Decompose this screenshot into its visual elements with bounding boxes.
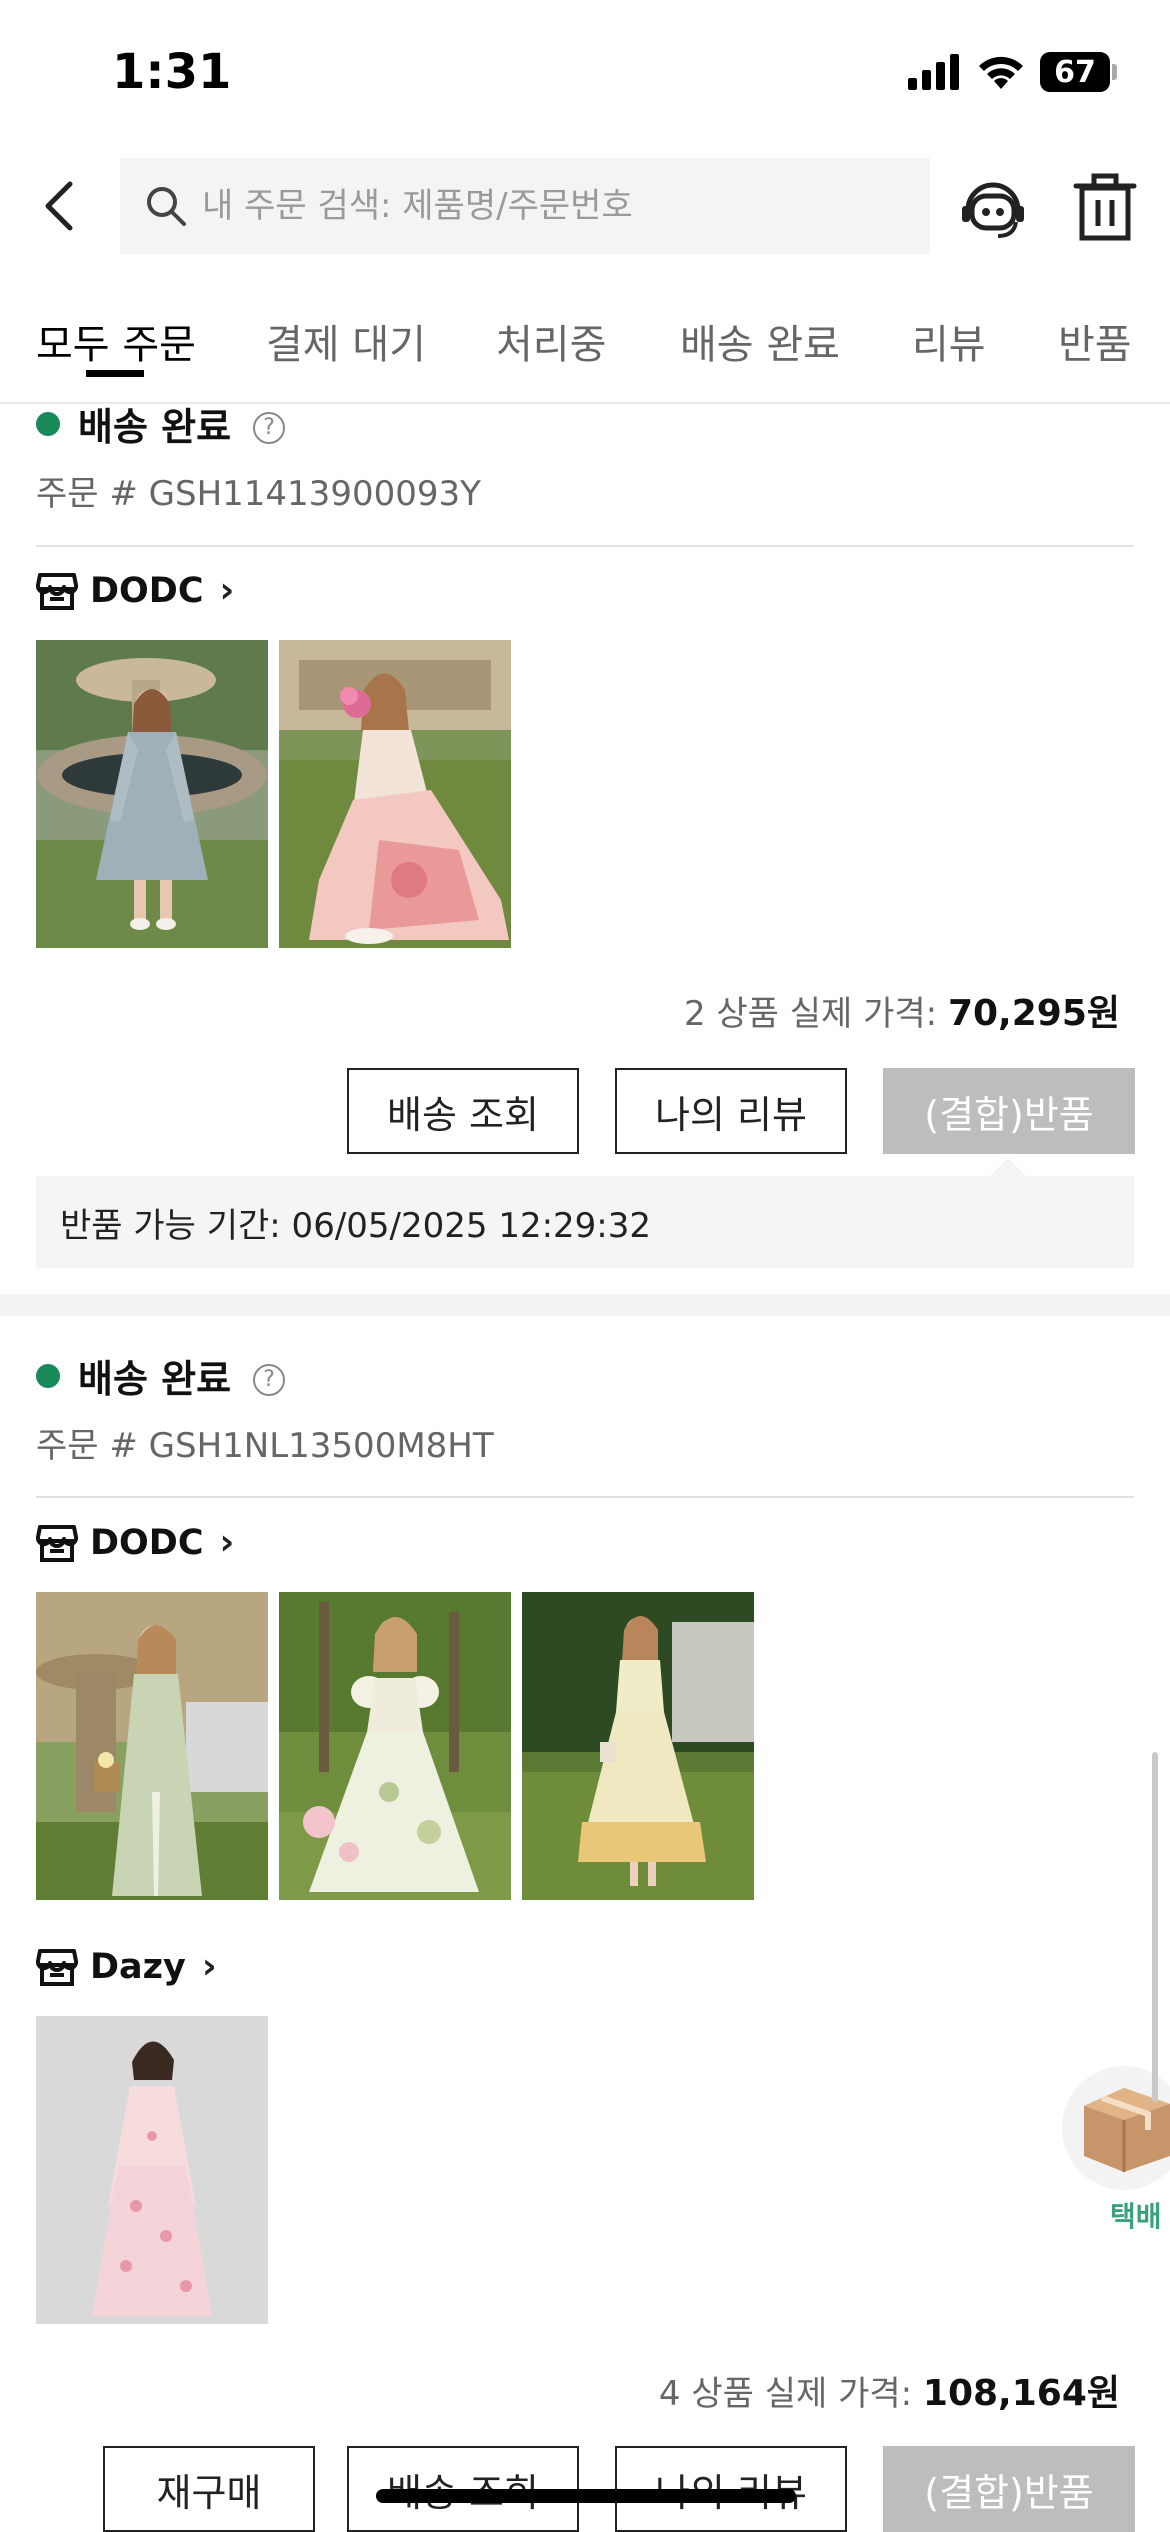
price-value: 70,295원	[947, 993, 1120, 1034]
tab-processing[interactable]: 처리중	[496, 312, 606, 370]
home-indicator[interactable]	[376, 2489, 796, 2503]
scrollbar[interactable]	[1152, 1752, 1158, 2102]
wifi-icon	[979, 56, 1023, 89]
status-text: 배송 완료	[78, 1357, 232, 1401]
tab-review[interactable]: 리뷰	[912, 312, 986, 370]
order-status: 배송 완료 ?	[36, 1348, 286, 1403]
signal-icon	[908, 54, 959, 90]
help-icon[interactable]: ?	[253, 411, 286, 444]
section-separator	[0, 1294, 1170, 1316]
product-thumbnail[interactable]	[522, 1592, 754, 1900]
combined-return-button[interactable]: (결합)반품	[883, 2446, 1135, 2532]
divider	[36, 1496, 1134, 1498]
store-link-dodc[interactable]: DODC ›	[36, 570, 234, 611]
tab-all-orders[interactable]: 모두 주문	[36, 312, 196, 370]
reorder-button[interactable]: 재구매	[103, 2446, 315, 2532]
store-name: Dazy	[90, 1946, 186, 1987]
order-tabs: 모두 주문 결제 대기 처리중 배송 완료 리뷰 반품	[0, 300, 1170, 404]
tab-returns[interactable]: 반품	[1058, 312, 1132, 370]
divider	[36, 545, 1134, 547]
status-icons: 67	[908, 52, 1117, 92]
store-name: DODC	[90, 1522, 204, 1563]
my-review-button[interactable]: 나의 리뷰	[615, 1068, 847, 1154]
price-value: 108,164원	[922, 2373, 1120, 2414]
combined-return-button[interactable]: (결합)반품	[883, 1068, 1135, 1154]
price-summary: 2 상품 실제 가격: 70,295원	[684, 984, 1120, 1036]
delivery-float-label: 택배	[1110, 2200, 1162, 2233]
chevron-right-icon: ›	[201, 1946, 217, 1987]
status-dot	[36, 1363, 60, 1388]
status-dot	[36, 411, 60, 436]
back-icon[interactable]	[28, 174, 92, 238]
store-name: DODC	[90, 570, 204, 611]
product-thumbnail[interactable]	[36, 2016, 268, 2324]
tab-indicator	[86, 370, 144, 377]
return-period-notice: 반품 가능 기간: 06/05/2025 12:29:32	[36, 1158, 1134, 1268]
chevron-right-icon: ›	[219, 570, 235, 611]
chevron-right-icon: ›	[219, 1522, 235, 1563]
tab-delivered[interactable]: 배송 완료	[680, 312, 840, 370]
status-bar: 1:31 67	[0, 0, 1170, 150]
header	[0, 150, 1170, 266]
price-label: 2 상품 실제 가격:	[683, 994, 948, 1034]
store-icon	[36, 572, 78, 610]
store-icon	[36, 1524, 78, 1562]
product-thumbnail[interactable]	[36, 640, 268, 948]
product-thumbnail[interactable]	[279, 1592, 511, 1900]
product-thumbnail[interactable]	[279, 640, 511, 948]
status-time: 1:31	[112, 44, 232, 100]
order-status: 배송 완료 ?	[36, 396, 286, 451]
tab-pending-payment[interactable]: 결제 대기	[266, 312, 426, 370]
product-thumbnail[interactable]	[36, 1592, 268, 1900]
search-box[interactable]	[120, 158, 930, 254]
help-icon[interactable]: ?	[253, 1363, 286, 1396]
order-number: 주문 # GSH11413900093Y	[36, 474, 481, 514]
price-label: 4 상품 실제 가격:	[658, 2374, 923, 2414]
search-icon	[147, 187, 186, 226]
track-delivery-button[interactable]: 배송 조회	[347, 1068, 579, 1154]
trash-icon[interactable]	[1072, 172, 1138, 242]
status-text: 배송 완료	[78, 405, 232, 449]
customer-service-icon[interactable]	[958, 172, 1028, 242]
price-summary: 4 상품 실제 가격: 108,164원	[659, 2364, 1120, 2416]
store-link-dazy[interactable]: Dazy ›	[36, 1946, 217, 1987]
store-icon	[36, 1948, 78, 1986]
search-input[interactable]	[202, 186, 902, 226]
battery-icon: 67	[1040, 52, 1117, 92]
store-link-dodc[interactable]: DODC ›	[36, 1522, 234, 1563]
order-number: 주문 # GSH1NL13500M8HT	[36, 1426, 494, 1466]
